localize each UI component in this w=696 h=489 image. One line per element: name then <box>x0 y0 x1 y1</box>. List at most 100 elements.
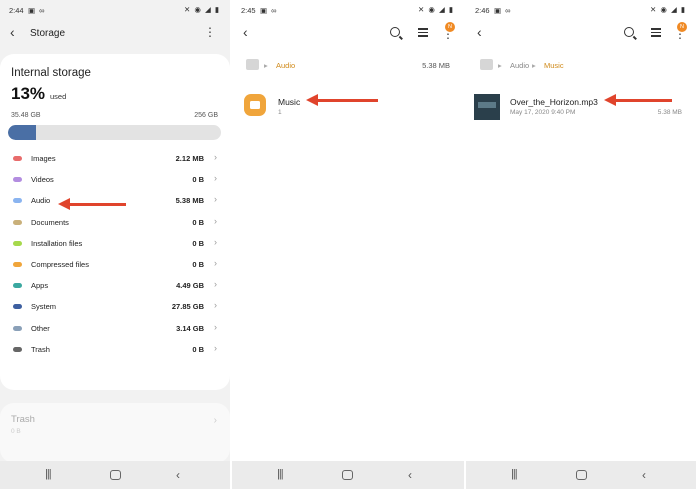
trash-value: 0 B <box>11 428 21 435</box>
search-icon[interactable] <box>390 27 400 37</box>
folder-size: 5.38 MB <box>422 61 450 70</box>
category-name: Audio <box>31 196 51 206</box>
nav-back-icon[interactable]: ‹ <box>408 468 412 482</box>
storage-screen: 2:44 ▣ ∞ ✕ ◉ ◢ ▮ ‹ Storage ⋮ Internal st… <box>0 0 230 489</box>
file-name: Over_the_Horizon.mp3 <box>510 97 598 107</box>
trash-card[interactable]: Trash 0 B › <box>0 403 230 463</box>
chevron-right-icon: › <box>213 415 217 426</box>
category-size: 4.49 GB <box>176 281 204 291</box>
category-size: 2.12 MB <box>175 154 204 163</box>
nav-back-icon[interactable]: ‹ <box>642 468 646 482</box>
chevron-right-icon: › <box>214 321 217 332</box>
category-size: 5.38 MB <box>175 196 204 206</box>
chevron-right-icon: › <box>214 258 217 268</box>
category-row-apps[interactable]: Apps 4.49 GB › <box>0 278 230 299</box>
status-bar: 2:44 ▣ ∞ ✕ ◉ ◢ ▮ <box>0 0 230 20</box>
category-row-documents[interactable]: Documents 0 B › <box>0 215 230 236</box>
folder-name: Music <box>278 97 301 107</box>
status-right-icons: ✕ ◉ ◢ ▮ <box>184 5 220 14</box>
chevron-right-icon: › <box>214 173 217 184</box>
folder-home-icon[interactable] <box>246 59 259 70</box>
category-color-dot <box>13 240 22 246</box>
category-color-dot <box>13 177 22 183</box>
back-icon[interactable]: ‹ <box>477 24 482 40</box>
storage-total: 256 GB <box>194 112 218 119</box>
status-bar: 2:45 ▣ ∞ ✕ ◉ ◢ ▮ <box>232 0 464 20</box>
folder-item-count: 1 <box>278 109 282 116</box>
category-name: Documents <box>31 217 69 227</box>
status-bar: 2:46 ▣ ∞ ✕ ◉ ◢ ▮ <box>466 0 696 20</box>
category-size: 0 B <box>192 260 204 269</box>
chevron-right-icon: ▸ <box>498 61 502 70</box>
category-name: Apps <box>31 281 49 291</box>
more-options-icon[interactable]: ⋮ <box>204 25 216 39</box>
category-size: 0 B <box>192 217 204 227</box>
category-row-installation-files[interactable]: Installation files 0 B › <box>0 236 230 257</box>
home-icon[interactable] <box>342 470 353 480</box>
nav-bar: ||| ‹ <box>232 461 464 489</box>
recent-apps-icon[interactable]: ||| <box>45 468 52 480</box>
category-row-images[interactable]: Images 2.12 MB › <box>0 151 230 172</box>
category-size: 0 B <box>192 344 204 354</box>
file-date: May 17, 2020 9:40 PM <box>510 109 576 116</box>
status-time: 2:44 <box>9 6 24 15</box>
album-art-thumbnail <box>474 94 500 120</box>
chevron-right-icon: › <box>214 215 217 226</box>
chevron-right-icon: ▸ <box>264 61 268 70</box>
storage-percent-suffix: used <box>50 92 67 101</box>
page-title: Storage <box>30 28 66 39</box>
category-row-compressed-files[interactable]: Compressed files 0 B › <box>0 257 230 278</box>
breadcrumb: ▸ Audio 5.38 MB <box>232 56 464 74</box>
status-right-icons: ✕ ◉ ◢ ▮ <box>418 5 454 14</box>
storage-percent: 13% <box>11 84 46 103</box>
chevron-right-icon: › <box>214 236 217 247</box>
folder-home-icon[interactable] <box>480 59 493 70</box>
storage-usage-fill <box>8 125 36 140</box>
folder-icon <box>244 94 266 116</box>
category-name: Installation files <box>31 238 83 248</box>
internal-storage-card: Internal storage 13% used 35.48 GB 256 G… <box>0 54 230 390</box>
file-size: 5.38 MB <box>657 109 682 116</box>
category-row-videos[interactable]: Videos 0 B › <box>0 172 230 193</box>
list-view-icon[interactable] <box>418 26 428 37</box>
nav-bar: ||| ‹ <box>0 461 230 489</box>
category-row-trash[interactable]: Trash 0 B › <box>0 342 230 363</box>
category-size: 0 B <box>192 238 204 248</box>
recent-apps-icon[interactable]: ||| <box>511 468 518 480</box>
category-name: Other <box>31 323 50 333</box>
category-color-dot <box>13 219 22 225</box>
annotation-arrow <box>306 94 378 106</box>
card-title: Internal storage <box>11 67 91 79</box>
category-name: Images <box>31 154 56 163</box>
breadcrumb-audio[interactable]: Audio <box>510 61 529 70</box>
breadcrumb-audio[interactable]: Audio <box>276 61 295 70</box>
status-left-icons: ▣ ∞ <box>494 6 512 15</box>
back-icon[interactable]: ‹ <box>243 24 248 40</box>
category-color-dot <box>13 283 22 289</box>
category-color-dot <box>13 198 22 204</box>
music-folder-screen: 2:46 ▣ ∞ ✕ ◉ ◢ ▮ ‹ ⋮ N ▸ Audio ▸ Music O… <box>466 0 696 489</box>
back-icon[interactable]: ‹ <box>10 24 15 40</box>
category-row-system[interactable]: System 27.85 GB › <box>0 299 230 320</box>
category-name: Videos <box>31 175 54 185</box>
home-icon[interactable] <box>576 470 587 480</box>
chevron-right-icon: ▸ <box>532 61 536 70</box>
notification-badge: N <box>677 22 687 32</box>
status-right-icons: ✕ ◉ ◢ ▮ <box>650 5 686 14</box>
list-view-icon[interactable] <box>651 26 661 37</box>
home-icon[interactable] <box>110 470 121 480</box>
storage-used: 35.48 GB <box>11 112 41 119</box>
category-color-dot <box>13 156 22 161</box>
recent-apps-icon[interactable]: ||| <box>277 468 284 480</box>
screenshot-composite: 2:44 ▣ ∞ ✕ ◉ ◢ ▮ ‹ Storage ⋮ Internal st… <box>0 0 696 489</box>
category-row-other[interactable]: Other 3.14 GB › <box>0 321 230 342</box>
category-name: Compressed files <box>31 260 89 269</box>
storage-usage-bar <box>8 125 221 140</box>
status-left-icons: ▣ ∞ <box>28 6 46 15</box>
category-size: 3.14 GB <box>176 323 204 333</box>
category-name: System <box>31 302 57 312</box>
search-icon[interactable] <box>624 27 634 37</box>
breadcrumb-music[interactable]: Music <box>544 61 564 70</box>
chevron-right-icon: › <box>214 279 217 290</box>
nav-back-icon[interactable]: ‹ <box>176 468 180 482</box>
